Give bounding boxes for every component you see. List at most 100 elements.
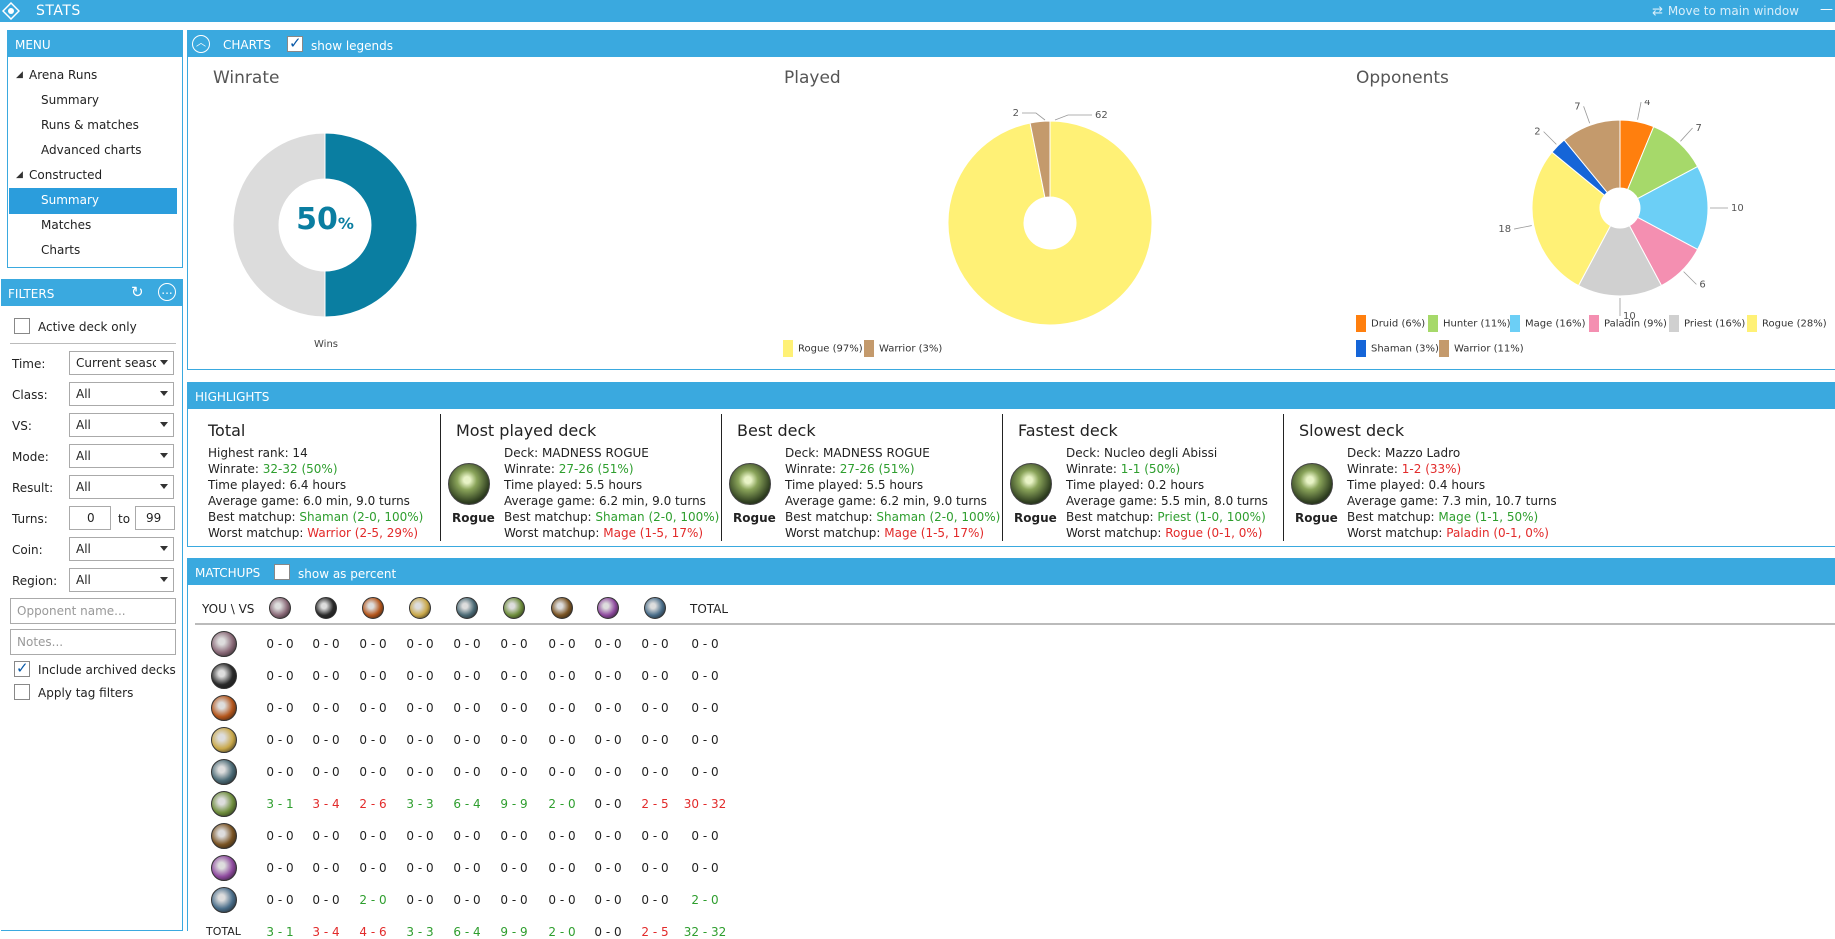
matchup-cell: 0 - 0 xyxy=(359,669,387,683)
matchup-cell: 0 - 0 xyxy=(594,765,622,779)
menu-item-charts[interactable]: Charts xyxy=(41,243,80,257)
turns-label: Turns: xyxy=(12,512,48,526)
result-select[interactable]: All xyxy=(69,475,174,499)
deck-name: Deck: MADNESS ROGUE xyxy=(785,446,930,460)
pie-data-label: 2 xyxy=(1534,127,1540,138)
pie-data-label: 4 xyxy=(1644,100,1650,108)
pie-data-label: 7 xyxy=(1574,101,1580,112)
move-window-icon[interactable]: ⇄ xyxy=(1652,4,1663,19)
pie-data-label: 2 xyxy=(1013,108,1019,119)
matchup-row-total: 0 - 0 xyxy=(691,765,719,779)
deck-worst-matchup: Worst matchup: Paladin (0-1, 0%) xyxy=(1347,526,1549,540)
turns-to-label: to xyxy=(118,512,131,526)
pie-data-label: 62 xyxy=(1095,110,1108,121)
matchup-cell: 0 - 0 xyxy=(548,829,576,843)
matchup-cell: 0 - 0 xyxy=(266,861,294,875)
menu-group-arena[interactable]: Arena Runs xyxy=(29,68,97,82)
legend-druid: Druid (6%) xyxy=(1356,315,1425,332)
warlock-class-icon xyxy=(551,597,573,619)
warlock-row-icon xyxy=(211,823,237,849)
expand-arena-icon[interactable]: ◢ xyxy=(16,70,23,80)
matchup-cell: 0 - 0 xyxy=(641,765,669,779)
legend-hunter: Hunter (11%) xyxy=(1428,315,1511,332)
pie-data-label: 7 xyxy=(1696,123,1702,134)
apply-tags-checkbox[interactable] xyxy=(14,684,30,700)
matchup-cell: 0 - 0 xyxy=(453,765,481,779)
matchup-cell: 0 - 0 xyxy=(453,669,481,683)
filters-more-button[interactable]: ... xyxy=(158,283,176,301)
charts-header: CHARTS xyxy=(188,31,1835,57)
deck-name: Deck: Nucleo degli Abissi xyxy=(1066,446,1218,460)
turns-to-input[interactable]: 99 xyxy=(135,506,175,530)
menu-item-advanced-charts[interactable]: Advanced charts xyxy=(41,143,142,157)
matchup-cell: 0 - 0 xyxy=(500,893,528,907)
matchup-cell: 0 - 0 xyxy=(406,733,434,747)
class-select[interactable]: All xyxy=(69,382,174,406)
matchup-cell: 3 - 3 xyxy=(406,797,434,811)
collapse-charts-icon[interactable]: ︿ xyxy=(192,35,210,53)
matchup-cell: 0 - 0 xyxy=(312,701,340,715)
show-as-percent-checkbox[interactable] xyxy=(274,564,290,580)
matchup-cell: 0 - 0 xyxy=(266,765,294,779)
legend-rogue-opp: Rogue (28%) xyxy=(1747,315,1827,332)
region-select[interactable]: All xyxy=(69,568,174,592)
vs-select[interactable]: All xyxy=(69,413,174,437)
opponent-name-input[interactable]: Opponent name... xyxy=(10,598,176,624)
mode-select[interactable]: All xyxy=(69,444,174,468)
pie-label-leader xyxy=(1583,106,1591,124)
winrate-value: 50% xyxy=(296,202,354,237)
matchup-cell: 0 - 0 xyxy=(406,893,434,907)
matchup-row-total: 0 - 0 xyxy=(691,829,719,843)
matchup-cell: 0 - 0 xyxy=(548,637,576,651)
matchup-cell: 0 - 0 xyxy=(359,637,387,651)
deck-best-matchup: Best matchup: Priest (1-0, 100%) xyxy=(1066,510,1266,524)
chevron-down-icon xyxy=(160,546,168,551)
matchup-cell: 2 - 0 xyxy=(548,797,576,811)
rogue-class-icon xyxy=(448,463,490,505)
hunter-row-icon xyxy=(211,759,237,785)
matchup-cell: 0 - 0 xyxy=(500,829,528,843)
matchups-corner-label: YOU \ VS xyxy=(202,602,255,616)
opponents-chart: 47106101827 xyxy=(1498,100,1743,320)
highlight-divider xyxy=(1002,414,1003,541)
played-chart: 2 62 xyxy=(947,108,1153,326)
matchup-cell: 0 - 0 xyxy=(641,669,669,683)
deck-time-played: Time played: 5.5 hours xyxy=(785,478,924,492)
matchup-row-total: 0 - 0 xyxy=(691,637,719,651)
matchup-total-cell: 4 - 6 xyxy=(359,925,387,939)
total-average-game: Average game: 6.0 min, 9.0 turns xyxy=(208,494,410,508)
move-to-main-window-button[interactable]: Move to main window xyxy=(1668,4,1799,18)
legend-warrior: Warrior (3%) xyxy=(864,340,942,357)
minimize-icon[interactable]: — xyxy=(1820,2,1833,17)
matchup-total-cell: 0 - 0 xyxy=(594,925,622,939)
deck-worst-matchup: Worst matchup: Rogue (0-1, 0%) xyxy=(1066,526,1263,540)
include-archived-checkbox[interactable] xyxy=(14,659,30,677)
total-winrate: Winrate: 32-32 (50%) xyxy=(208,462,338,476)
menu-group-constructed[interactable]: Constructed xyxy=(29,168,102,182)
legend-warrior-opp: Warrior (11%) xyxy=(1439,340,1524,357)
menu-item-matches[interactable]: Matches xyxy=(41,218,91,232)
turns-from-input[interactable]: 0 xyxy=(69,506,111,530)
matchup-cell: 0 - 0 xyxy=(453,893,481,907)
show-legends-checkbox[interactable] xyxy=(287,34,303,52)
matchup-cell: 0 - 0 xyxy=(500,765,528,779)
coin-select[interactable]: All xyxy=(69,537,174,561)
warrior-row-icon xyxy=(211,631,237,657)
refresh-icon[interactable]: ↻ xyxy=(131,283,144,301)
matchup-cell: 0 - 0 xyxy=(641,637,669,651)
paladin-class-icon xyxy=(409,597,431,619)
menu-item-constructed-summary[interactable]: Summary xyxy=(41,193,99,207)
active-deck-only-checkbox[interactable] xyxy=(14,318,30,334)
deck-time-played: Time played: 5.5 hours xyxy=(504,478,643,492)
legend-priest: Priest (16%) xyxy=(1669,315,1745,332)
rogue-class-icon xyxy=(1291,463,1333,505)
shaman-class-icon xyxy=(315,597,337,619)
menu-item-arena-summary[interactable]: Summary xyxy=(41,93,99,107)
warrior-class-icon xyxy=(269,597,291,619)
time-select[interactable]: Current season xyxy=(69,351,174,375)
notes-input[interactable]: Notes... xyxy=(10,629,176,655)
pie-data-label: 18 xyxy=(1498,224,1511,235)
matchup-cell: 0 - 0 xyxy=(500,733,528,747)
menu-item-runs-matches[interactable]: Runs & matches xyxy=(41,118,139,132)
expand-constructed-icon[interactable]: ◢ xyxy=(16,170,23,180)
